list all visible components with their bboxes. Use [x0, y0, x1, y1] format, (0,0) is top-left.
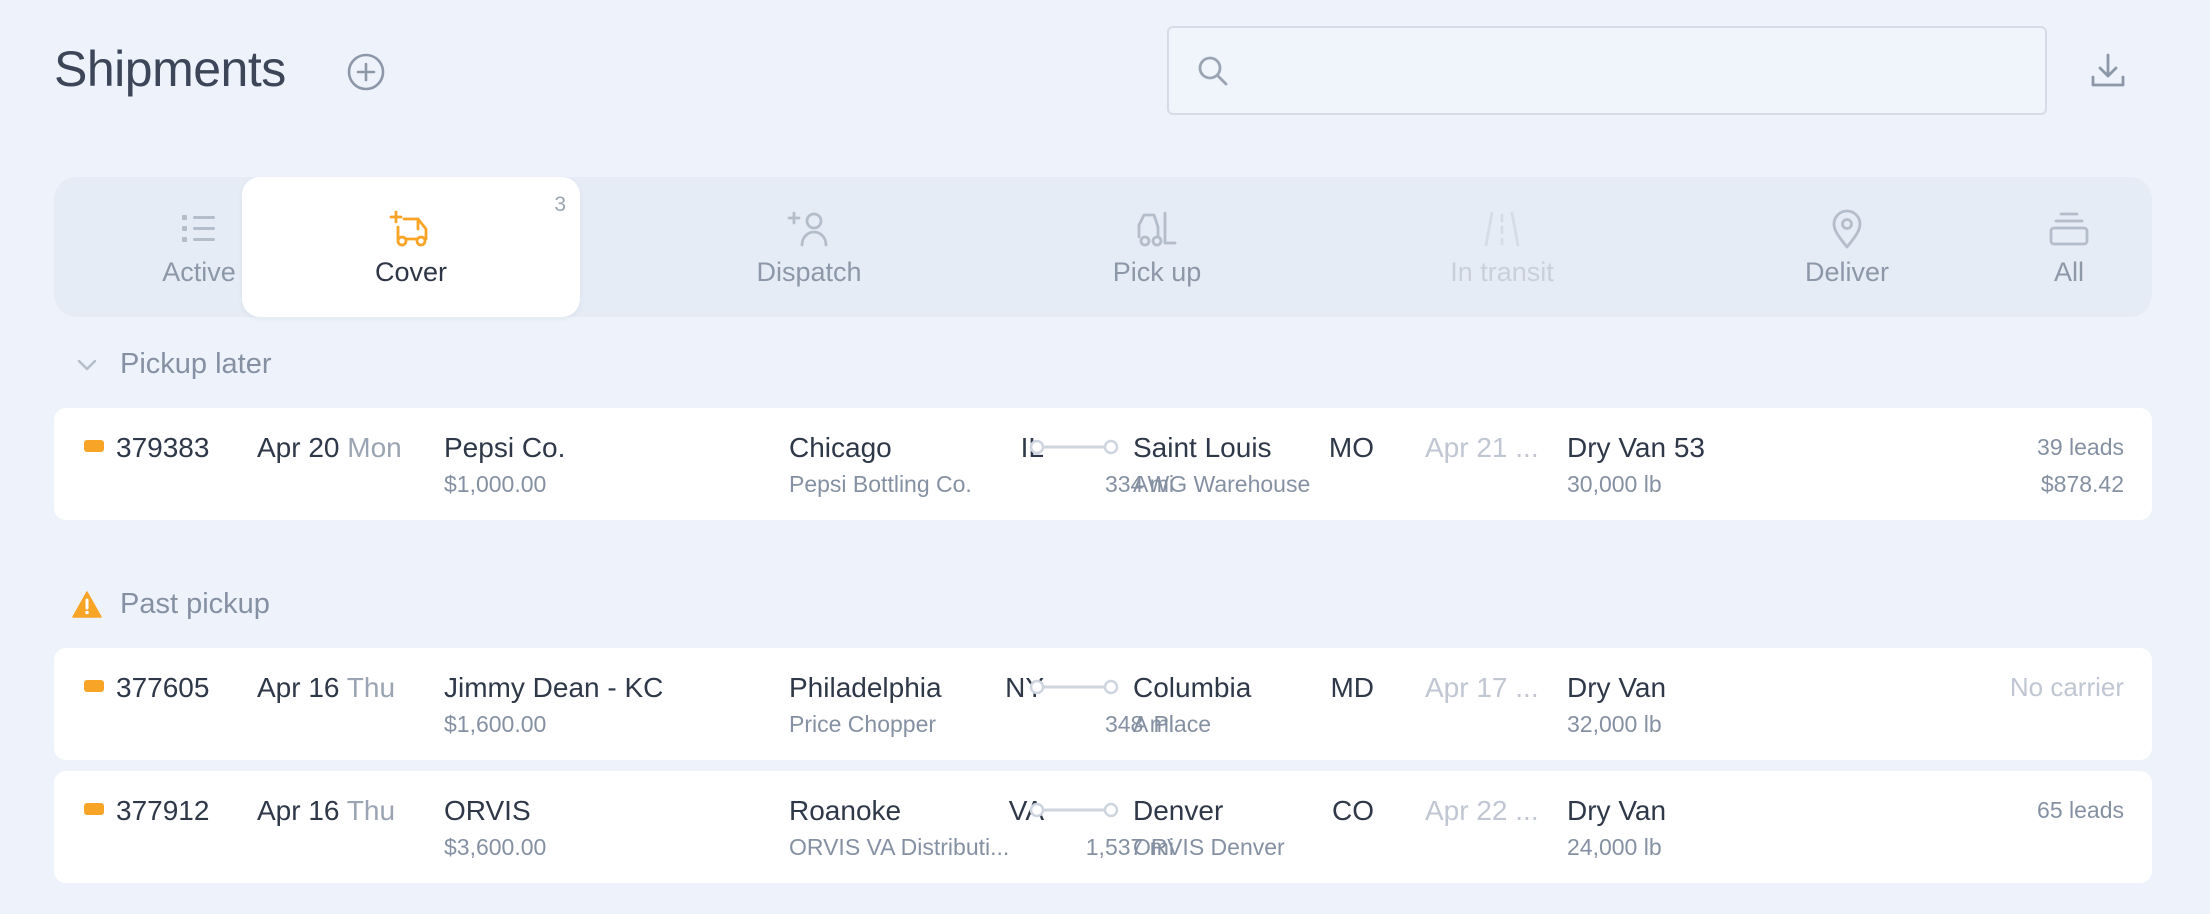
page-header: Shipments — [0, 0, 2210, 150]
tab-dispatch[interactable]: Dispatch — [684, 177, 934, 317]
pickup-date: Apr 16 Thu — [257, 672, 396, 703]
destination-city: Saint Louis — [1133, 432, 1272, 463]
origin-city: Philadelphia — [789, 672, 942, 703]
delivery-date: Apr 17 ... — [1425, 672, 1539, 703]
destination-city: Denver — [1133, 795, 1224, 826]
section-label: Pickup later — [120, 348, 272, 380]
shipment-weight: 32,000 lb — [1567, 711, 1662, 737]
section-pickup-later[interactable]: Pickup later — [72, 348, 272, 381]
search-box[interactable] — [1167, 26, 2047, 115]
customer-rate: $1,000.00 — [444, 471, 547, 497]
customer-name: ORVIS — [444, 795, 531, 826]
customer-name: Jimmy Dean - KC — [444, 672, 664, 703]
plus-circle-icon — [347, 53, 385, 91]
warning-icon — [72, 590, 102, 618]
shipment-id: 377605 — [116, 672, 210, 703]
origin-facility: ORVIS VA Distributi... — [789, 834, 1010, 860]
delivery-date: Apr 22 ... — [1425, 795, 1539, 826]
tab-label: Deliver — [1804, 256, 1890, 287]
origin-facility: Pepsi Bottling Co. — [789, 471, 972, 497]
section-label: Past pickup — [120, 588, 270, 620]
tab-label: In transit — [1450, 256, 1554, 287]
tab-in-transit[interactable]: In transit — [1377, 177, 1627, 317]
destination-state: CO — [1332, 795, 1374, 826]
customer-rate: $3,600.00 — [444, 834, 547, 860]
download-icon — [2091, 53, 2125, 87]
equipment-type: Dry Van — [1567, 672, 1667, 703]
equipment-type: Dry Van — [1567, 795, 1667, 826]
shipment-id: 379383 — [116, 432, 210, 463]
carrier-status: No carrier — [2009, 672, 2124, 702]
destination-facility: AWG Warehouse — [1133, 471, 1311, 497]
status-indicator — [84, 803, 104, 815]
status-indicator — [84, 680, 104, 692]
status-tabs: Active Cover 3 Dispatch Pick up In trans… — [54, 177, 2152, 317]
pickup-date: Apr 20 Mon — [257, 432, 402, 463]
origin-city: Roanoke — [789, 795, 902, 826]
search-input[interactable] — [1251, 55, 2031, 86]
search-icon — [1198, 56, 1228, 85]
destination-facility: ORVIS Denver — [1133, 834, 1285, 860]
section-past-pickup[interactable]: Past pickup — [72, 588, 270, 621]
chevron-down-icon — [77, 359, 97, 370]
destination-state: MO — [1328, 432, 1374, 463]
tab-cover[interactable]: Cover 3 — [242, 177, 580, 317]
destination-city: Columbia — [1133, 672, 1252, 703]
origin-facility: Price Chopper — [789, 711, 937, 737]
tab-all[interactable]: All — [2004, 177, 2134, 317]
route-line-icon — [1029, 439, 1119, 455]
destination-state: MD — [1330, 672, 1374, 703]
road-icon — [1484, 211, 1520, 246]
tab-label: All — [2053, 256, 2084, 287]
route-line-icon — [1029, 679, 1119, 695]
tab-label: Dispatch — [756, 256, 862, 287]
forklift-icon — [1137, 211, 1177, 246]
shipment-weight: 30,000 lb — [1567, 471, 1662, 497]
leads-count: 39 leads — [2037, 434, 2124, 460]
status-indicator — [84, 440, 104, 452]
leads-count: 65 leads — [2037, 797, 2124, 823]
carrier-rate: $878.42 — [2040, 471, 2124, 497]
tab-label: Cover — [374, 256, 448, 287]
tab-label: Active — [162, 256, 236, 287]
truck-plus-icon — [389, 210, 428, 246]
pickup-date: Apr 16 Thu — [257, 795, 396, 826]
download-button[interactable] — [2086, 48, 2130, 92]
tab-count-badge: 3 — [554, 193, 566, 216]
shipment-weight: 24,000 lb — [1567, 834, 1662, 860]
shipment-row[interactable]: 377912 Apr 16 Thu ORVIS $3,600.00 Roanok… — [54, 771, 2152, 883]
tab-deliver[interactable]: Deliver — [1722, 177, 1972, 317]
customer-name: Pepsi Co. — [444, 432, 566, 463]
shipment-id: 377912 — [116, 795, 210, 826]
list-icon — [182, 214, 215, 242]
route-line-icon — [1029, 802, 1119, 818]
shipment-row[interactable]: 377605 Apr 16 Thu Jimmy Dean - KC $1,600… — [54, 648, 2152, 760]
destination-facility: A Place — [1133, 711, 1211, 737]
customer-rate: $1,600.00 — [444, 711, 547, 737]
add-shipment-button[interactable] — [344, 50, 388, 94]
tab-label: Pick up — [1112, 256, 1202, 287]
origin-city: Chicago — [789, 432, 892, 463]
map-pin-icon — [1832, 209, 1862, 248]
user-plus-icon — [787, 211, 828, 246]
equipment-type: Dry Van 53 — [1567, 432, 1705, 463]
shipment-row[interactable]: 379383 Apr 20 Mon Pepsi Co. $1,000.00 Ch… — [54, 408, 2152, 520]
stack-icon — [2049, 212, 2089, 245]
tab-pick-up[interactable]: Pick up — [1032, 177, 1282, 317]
page-title: Shipments — [54, 41, 286, 97]
delivery-date: Apr 21 ... — [1425, 432, 1539, 463]
